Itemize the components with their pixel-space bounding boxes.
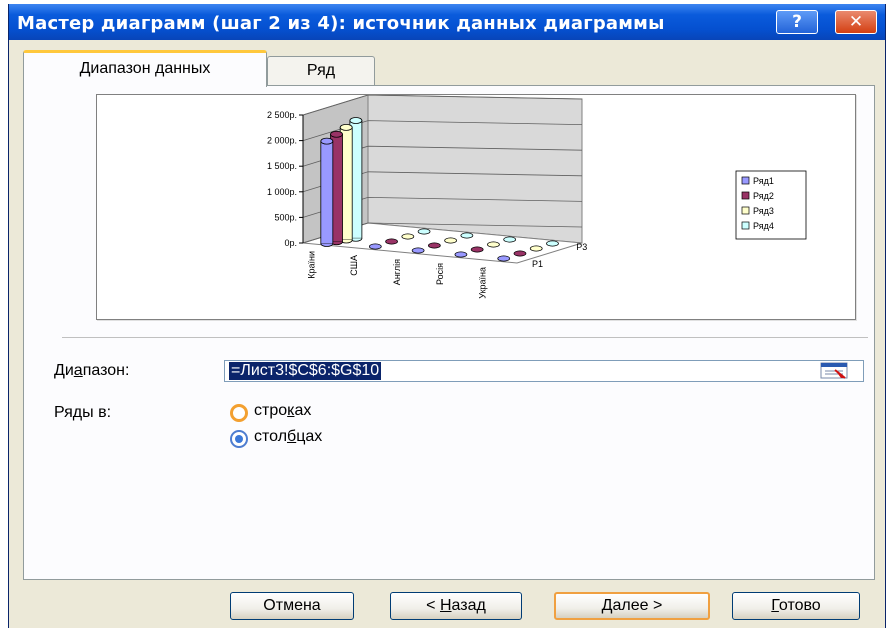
bar-top	[339, 123, 353, 131]
close-button[interactable]: ✕	[835, 10, 877, 34]
zero-marker	[546, 240, 559, 247]
help-button[interactable]: ?	[776, 10, 818, 34]
collapse-dialog-button[interactable]	[815, 361, 861, 381]
collapse-dialog-icon	[820, 362, 848, 379]
separator	[62, 337, 868, 338]
zero-marker	[411, 247, 425, 254]
y-tick-label: 0р.	[284, 238, 297, 248]
zero-marker	[460, 232, 474, 239]
y-tick-label: 1 500р.	[267, 161, 297, 171]
bar-top	[320, 137, 334, 145]
zero-marker	[417, 228, 431, 235]
depth-label: Р1	[532, 259, 543, 269]
legend-swatch	[741, 191, 750, 200]
back-wall	[367, 95, 583, 244]
series-in-label: Ряды в:	[54, 404, 112, 421]
zero-marker	[529, 245, 543, 252]
legend-swatch	[741, 176, 750, 185]
chart-preview: 2 500р. 2 000р. 1 500р. 1 000р. 500р. 0р. Кра…	[96, 94, 856, 320]
back-button[interactable]: < Назад	[390, 592, 522, 620]
tab-series[interactable]: Ряд	[267, 56, 375, 86]
cancel-button[interactable]: Отмена	[230, 592, 354, 620]
zero-marker	[497, 255, 511, 262]
legend-label: Ряд2	[753, 191, 774, 201]
zero-marker	[368, 243, 382, 250]
zero-marker	[470, 246, 484, 253]
finish-button[interactable]: Готово	[732, 592, 860, 620]
bar-body	[320, 140, 334, 244]
y-axis-ticks: 2 500р. 2 000р. 1 500р. 1 000р. 500р. 0р.	[267, 110, 297, 248]
zero-marker	[385, 238, 398, 245]
y-tick-label: 500р.	[274, 212, 297, 222]
dialog-title: Мастер диаграмм (шаг 2 из 4): источник д…	[17, 13, 665, 34]
y-tick-label: 2 000р.	[267, 136, 297, 146]
title-bar[interactable]: Мастер диаграмм (шаг 2 из 4): источник д…	[9, 4, 885, 40]
legend-swatch	[741, 206, 750, 215]
bar-bottom	[320, 243, 334, 247]
category-label: Країни	[306, 251, 316, 279]
zero-marker	[487, 241, 500, 248]
category-label: Україна	[478, 267, 488, 299]
zero-marker	[444, 237, 457, 244]
y-tick-label: 1 000р.	[267, 187, 297, 197]
zero-marker	[503, 236, 517, 243]
y-tick-label: 2 500р.	[267, 110, 297, 120]
chart-svg: 2 500р. 2 000р. 1 500р. 1 000р. 500р. 0р. Кра…	[267, 95, 807, 299]
legend-label: Ряд4	[753, 221, 774, 231]
tab-data-range[interactable]: Диапазон данных	[23, 50, 267, 87]
legend-swatch	[741, 221, 750, 230]
zero-marker	[513, 250, 527, 257]
radio-rows[interactable]	[230, 404, 248, 422]
zero-marker	[454, 251, 468, 258]
zero-marker	[428, 242, 441, 249]
tab-panel: 2 500р. 2 000р. 1 500р. 1 000р. 500р. 0р. Кра…	[23, 85, 875, 580]
category-label: Росія	[435, 263, 445, 285]
radio-rows-label[interactable]: строках	[254, 402, 311, 420]
range-input[interactable]: =Лист3!$C$6:$G$10	[224, 360, 864, 382]
legend-label: Ряд1	[753, 176, 774, 186]
radio-columns-label[interactable]: столбцах	[254, 428, 322, 446]
depth-label: Р3	[576, 242, 587, 252]
legend-label: Ряд3	[753, 206, 774, 216]
radio-columns[interactable]	[230, 430, 248, 448]
zero-marker	[401, 233, 415, 240]
range-label: Диапазон:	[54, 362, 130, 379]
next-button[interactable]: Далее >	[554, 592, 710, 620]
category-label: Англія	[392, 259, 402, 285]
chart-bar	[320, 137, 334, 247]
range-value: =Лист3!$C$6:$G$10	[229, 362, 382, 380]
bar-top	[349, 117, 363, 124]
category-label: США	[349, 255, 359, 276]
chart-wizard-dialog: Мастер диаграмм (шаг 2 из 4): источник д…	[8, 4, 886, 628]
chart-legend: Ряд1 Ряд2 Ряд3 Ряд4	[735, 170, 807, 240]
bar-top	[330, 130, 343, 138]
